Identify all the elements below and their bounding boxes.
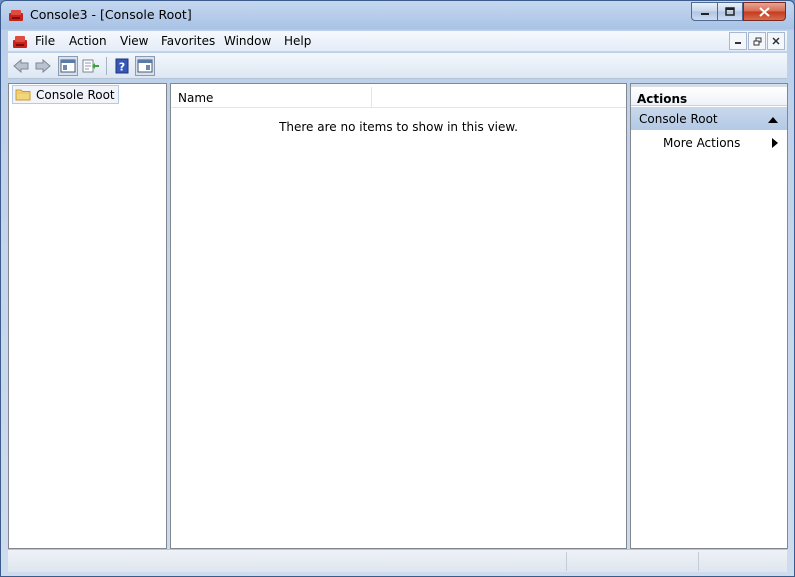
mmc-window: Console3 - [Console Root] File Action Vi…	[0, 0, 795, 577]
show-hide-action-pane-icon	[137, 59, 153, 73]
console-tree-pane[interactable]: Console Root	[8, 83, 167, 549]
show-hide-action-pane-button[interactable]	[135, 56, 155, 76]
title-bar[interactable]: Console3 - [Console Root]	[1, 1, 794, 30]
menu-help[interactable]: Help	[284, 34, 311, 48]
actions-group-label: Console Root	[639, 112, 718, 126]
show-hide-console-tree-button[interactable]	[58, 56, 78, 76]
menu-window[interactable]: Window	[224, 34, 271, 48]
minimize-icon	[735, 42, 741, 44]
menu-file[interactable]: File	[35, 34, 55, 48]
show-hide-console-tree-icon	[60, 59, 76, 73]
back-button[interactable]	[11, 56, 31, 76]
status-bar	[8, 549, 787, 572]
mmc-app-icon	[9, 10, 23, 21]
help-icon: ?	[115, 58, 129, 74]
menu-action[interactable]: Action	[69, 34, 107, 48]
actions-pane: Actions Console Root More Actions	[630, 83, 788, 549]
export-list-icon	[82, 59, 99, 73]
actions-header: Actions	[631, 84, 787, 106]
console-system-menu-icon[interactable]	[12, 34, 28, 49]
tree-item-console-root[interactable]: Console Root	[12, 85, 119, 104]
actions-group-console-root[interactable]: Console Root	[631, 107, 787, 130]
toolbar: ?	[8, 53, 787, 79]
maximize-icon	[725, 7, 735, 16]
svg-text:?: ?	[119, 61, 125, 74]
child-close-button[interactable]	[767, 32, 785, 50]
status-segment	[566, 552, 567, 571]
export-list-button[interactable]	[81, 56, 101, 76]
collapse-arrow-icon[interactable]	[768, 117, 778, 123]
forward-arrow-icon	[35, 58, 51, 74]
column-header-name[interactable]: Name	[171, 87, 372, 108]
tree-item-label: Console Root	[36, 87, 115, 102]
maximize-button[interactable]	[717, 2, 743, 21]
back-arrow-icon	[13, 58, 29, 74]
close-button[interactable]	[743, 2, 786, 21]
minimize-button[interactable]	[691, 2, 717, 21]
result-list-pane[interactable]: Name There are no items to show in this …	[170, 83, 627, 549]
submenu-arrow-icon[interactable]	[772, 138, 778, 148]
close-icon	[759, 6, 770, 17]
forward-button[interactable]	[33, 56, 53, 76]
child-restore-button[interactable]	[748, 32, 766, 50]
help-button[interactable]: ?	[112, 56, 132, 76]
menu-favorites[interactable]: Favorites	[161, 34, 215, 48]
close-icon	[772, 37, 780, 45]
child-minimize-button[interactable]	[729, 32, 747, 50]
restore-icon	[753, 37, 761, 45]
empty-list-message: There are no items to show in this view.	[279, 120, 518, 134]
menu-view[interactable]: View	[120, 34, 148, 48]
status-segment	[698, 552, 699, 571]
folder-icon	[15, 89, 31, 101]
minimize-icon	[700, 12, 709, 15]
list-column-header: Name	[171, 87, 626, 108]
window-title: Console3 - [Console Root]	[30, 7, 192, 22]
menu-bar: File Action View Favorites Window Help	[8, 31, 787, 52]
action-more-actions[interactable]: More Actions	[663, 136, 740, 150]
